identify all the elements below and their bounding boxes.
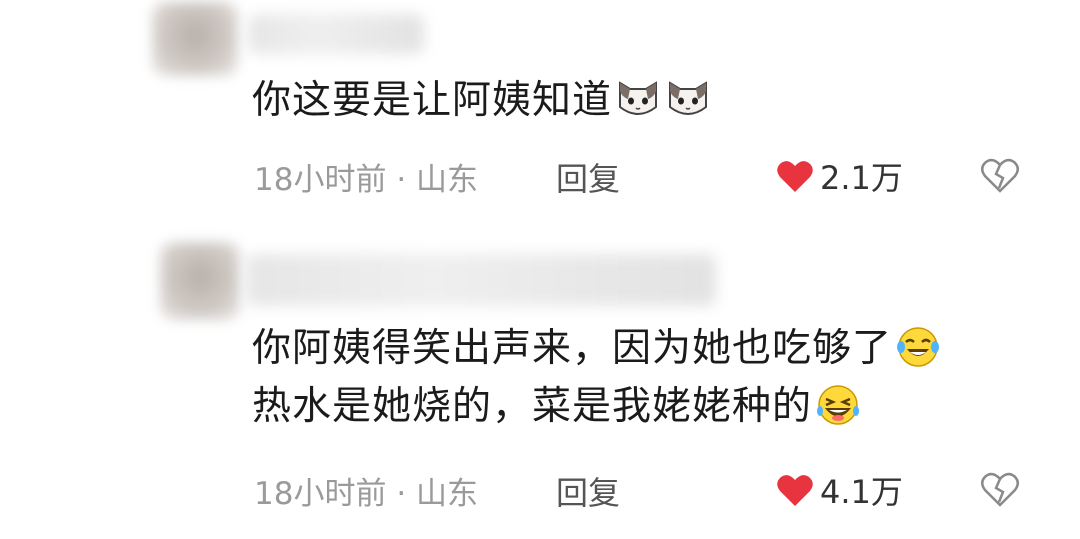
cat-face-icon [669, 80, 708, 115]
comment-text-line-1: 你阿姨得笑出声来，因为她也吃够了 [252, 326, 893, 371]
comment-text-content: 你这要是让阿姨知道 [252, 78, 613, 123]
comment-time: 18小时前 [254, 162, 387, 198]
reply-button[interactable]: 回复 [556, 154, 620, 200]
comment-text-line: 你阿姨得笑出声来，因为她也吃够了 [252, 320, 942, 378]
username-blurred[interactable] [248, 14, 424, 54]
comment-location: 山东 [416, 476, 479, 512]
comment-meta: 18小时前 · 山东 [254, 468, 478, 513]
laughing-emoji-icon [817, 384, 860, 425]
cat-face-icon [619, 80, 658, 115]
like-button[interactable]: 2.1万 [776, 153, 903, 199]
meta-separator: · [396, 476, 407, 512]
comment-text: 你阿姨得笑出声来，因为她也吃够了 热水是她烧的，菜是我姥姥种的 [252, 320, 942, 436]
comment-location: 山东 [416, 162, 479, 198]
comment-text-line: 热水是她烧的，菜是我姥姥种的 [252, 378, 942, 436]
broken-heart-icon[interactable] [980, 470, 1020, 508]
like-button[interactable]: 4.1万 [776, 467, 903, 513]
comment-text-line-2: 热水是她烧的，菜是我姥姥种的 [252, 384, 813, 429]
crying-laughing-emoji-icon [897, 326, 940, 367]
heart-icon [777, 161, 813, 192]
like-count: 2.1万 [820, 159, 903, 197]
comment-time: 18小时前 [254, 476, 387, 512]
comment-list: 你这要是让阿姨知道 18小时前 · 山东 回复 2.1万 你阿姨得笑出声来，因为… [0, 0, 1080, 539]
comment-meta: 18小时前 · 山东 [254, 154, 478, 199]
avatar[interactable] [152, 2, 238, 76]
meta-separator: · [396, 162, 407, 198]
reply-button[interactable]: 回复 [556, 468, 620, 514]
comment-text: 你这要是让阿姨知道 [252, 72, 712, 130]
username-blurred[interactable] [246, 254, 716, 306]
comment-item: 你这要是让阿姨知道 18小时前 · 山东 回复 2.1万 [0, 0, 1080, 210]
avatar[interactable] [160, 242, 240, 320]
heart-icon [777, 475, 813, 506]
broken-heart-icon[interactable] [980, 156, 1020, 194]
comment-item: 你阿姨得笑出声来，因为她也吃够了 热水是她烧的，菜是我姥姥种的 18小时前 · … [0, 228, 1080, 539]
like-count: 4.1万 [820, 473, 903, 511]
